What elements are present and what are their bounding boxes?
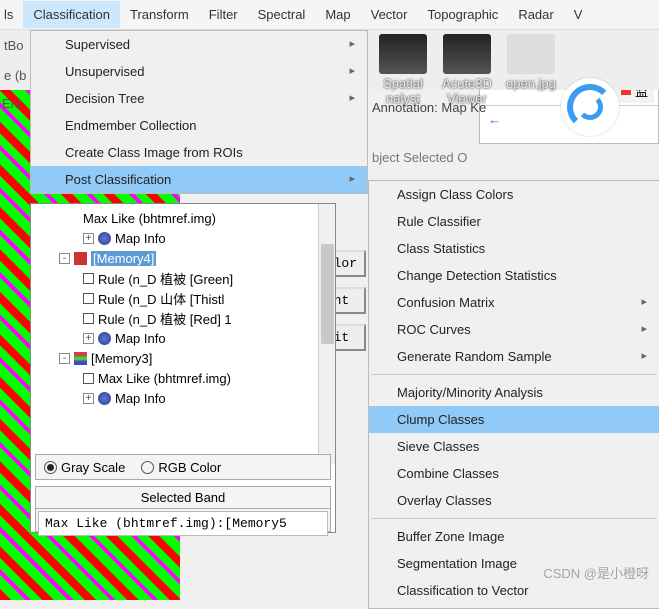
tree-item-label: Rule (n_D 植被 [Red] 1 xyxy=(98,309,232,328)
submenu-item-confusion-matrix[interactable]: Confusion Matrix xyxy=(369,289,659,316)
menu-item-create-class-image-from-rois[interactable]: Create Class Image from ROIs xyxy=(31,139,367,166)
toolbar-text: Enl xyxy=(2,96,21,111)
expand-icon[interactable]: + xyxy=(83,393,94,404)
tree-item-label: Map Info xyxy=(115,331,166,346)
thumbnail-label: open.jpg xyxy=(503,76,559,91)
tree-item-label: Max Like (bhtmref.img) xyxy=(83,211,216,226)
watermark: CSDN @是小橙呀 xyxy=(543,563,649,582)
submenu-item-change-detection-statistics[interactable]: Change Detection Statistics xyxy=(369,262,659,289)
tree-row[interactable]: + Map Info xyxy=(31,328,317,348)
submenu-fragment: bject Selected O xyxy=(372,150,467,165)
expand-icon[interactable]: - xyxy=(59,353,70,364)
submenu-item-sieve-classes[interactable]: Sieve Classes xyxy=(369,433,659,460)
tree-row[interactable]: + Map Info xyxy=(31,388,317,408)
menu-item-decision-tree[interactable]: Decision Tree xyxy=(31,85,367,112)
thumbnail-icon xyxy=(379,34,427,74)
submenu-item-class-statistics[interactable]: Class Statistics xyxy=(369,235,659,262)
checkbox[interactable] xyxy=(83,293,94,304)
expand-icon[interactable]: - xyxy=(59,253,70,264)
menu-vector[interactable]: Vector xyxy=(361,1,418,28)
gray-scale-radio[interactable]: Gray Scale xyxy=(44,460,125,475)
submenu-item-majority-minority-analysis[interactable]: Majority/Minority Analysis xyxy=(369,379,659,406)
tree-item-label: [Memory3] xyxy=(91,351,152,366)
checkbox[interactable] xyxy=(83,313,94,324)
expand-icon[interactable]: + xyxy=(83,333,94,344)
menu-item-unsupervised[interactable]: Unsupervised xyxy=(31,58,367,85)
selected-band-header: Selected Band xyxy=(36,487,330,509)
thumbnail-icon xyxy=(443,34,491,74)
menu-classification[interactable]: Classification xyxy=(23,1,120,28)
menu-separator xyxy=(371,518,657,519)
menu-separator xyxy=(371,374,657,375)
submenu-item-roc-curves[interactable]: ROC Curves xyxy=(369,316,659,343)
tree-row[interactable]: Max Like (bhtmref.img) xyxy=(31,368,317,388)
tree-row[interactable]: Rule (n_D 植被 [Green] xyxy=(31,268,317,288)
submenu-item-assign-class-colors[interactable]: Assign Class Colors xyxy=(369,181,659,208)
scrollbar-thumb[interactable] xyxy=(321,244,334,344)
radio-label: Gray Scale xyxy=(61,460,125,475)
menu-v[interactable]: V xyxy=(564,1,593,28)
radio-label: RGB Color xyxy=(158,460,221,475)
scrollbar[interactable] xyxy=(318,204,335,464)
main-menubar: lsClassificationTransformFilterSpectralM… xyxy=(0,0,659,30)
tree-item-label: [Memory4] xyxy=(91,251,156,266)
radio-icon xyxy=(141,461,154,474)
annotation-label: Annotation: Map Ke xyxy=(372,100,486,115)
submenu-item-combine-classes[interactable]: Combine Classes xyxy=(369,460,659,487)
tree-item-label: Map Info xyxy=(115,231,166,246)
checkbox[interactable] xyxy=(83,273,94,284)
submenu-item-generate-random-sample[interactable]: Generate Random Sample xyxy=(369,343,659,370)
display-mode-radios: Gray Scale RGB Color xyxy=(35,454,331,480)
tree-row[interactable]: - [Memory3] xyxy=(31,348,317,368)
globe-icon xyxy=(98,232,111,245)
selected-band-value[interactable]: Max Like (bhtmref.img):[Memory5 xyxy=(38,511,328,536)
thumbnail-icon xyxy=(507,34,555,74)
raster-stack-icon xyxy=(74,252,87,265)
globe-icon xyxy=(98,392,111,405)
tree-row[interactable]: - [Memory4] xyxy=(31,248,317,268)
menu-topographic[interactable]: Topographic xyxy=(417,1,508,28)
post-classification-submenu: Assign Class ColorsRule ClassifierClass … xyxy=(368,180,659,609)
expand-icon[interactable]: + xyxy=(83,233,94,244)
menu-transform[interactable]: Transform xyxy=(120,1,199,28)
tree-row[interactable]: Rule (n_D 山体 [Thistl xyxy=(31,288,317,308)
submenu-item-clump-classes[interactable]: Clump Classes xyxy=(369,406,659,433)
thumbnail-openjpg[interactable]: open.jpg xyxy=(503,34,559,91)
tree-row[interactable]: Rule (n_D 植被 [Red] 1 xyxy=(31,308,317,328)
tree-item-label: Rule (n_D 植被 [Green] xyxy=(98,269,233,288)
submenu-item-buffer-zone-image[interactable]: Buffer Zone Image xyxy=(369,523,659,550)
tree-item-label: Max Like (bhtmref.img) xyxy=(98,371,231,386)
thumbnail-acute3d[interactable]: Acute3D Viewer xyxy=(439,34,495,106)
checkbox[interactable] xyxy=(83,373,94,384)
menu-item-endmember-collection[interactable]: Endmember Collection xyxy=(31,112,367,139)
menu-filter[interactable]: Filter xyxy=(199,1,248,28)
submenu-item-rule-classifier[interactable]: Rule Classifier xyxy=(369,208,659,235)
tree-row[interactable]: + Map Info xyxy=(31,228,317,248)
thumbnail-spatial-analyst[interactable]: Spatial nalyst xyxy=(375,34,431,106)
rgb-color-radio[interactable]: RGB Color xyxy=(141,460,221,475)
menu-item-supervised[interactable]: Supervised xyxy=(31,31,367,58)
menu-item-post-classification[interactable]: Post Classification xyxy=(31,166,367,193)
tree-item-label: Map Info xyxy=(115,391,166,406)
menu-map[interactable]: Map xyxy=(315,1,360,28)
raster-stack-icon xyxy=(74,352,87,365)
radio-icon xyxy=(44,461,57,474)
classification-menu: SupervisedUnsupervisedDecision TreeEndme… xyxy=(30,30,368,194)
tree-row[interactable]: Max Like (bhtmref.img) xyxy=(31,208,317,228)
selected-band-group: Selected Band Max Like (bhtmref.img):[Me… xyxy=(35,486,331,532)
tree-item-label: Rule (n_D 山体 [Thistl xyxy=(98,289,224,308)
globe-icon xyxy=(98,332,111,345)
menu-ls[interactable]: ls xyxy=(0,1,23,28)
submenu-item-overlay-classes[interactable]: Overlay Classes xyxy=(369,487,659,514)
menu-spectral[interactable]: Spectral xyxy=(248,1,316,28)
browser-logo-icon xyxy=(561,78,619,136)
layer-manager-panel: Max Like (bhtmref.img) + Map Info - [Memory4… xyxy=(30,203,336,533)
layer-tree[interactable]: Max Like (bhtmref.img) + Map Info - [Memory4… xyxy=(31,204,317,532)
menu-radar[interactable]: Radar xyxy=(508,1,563,28)
